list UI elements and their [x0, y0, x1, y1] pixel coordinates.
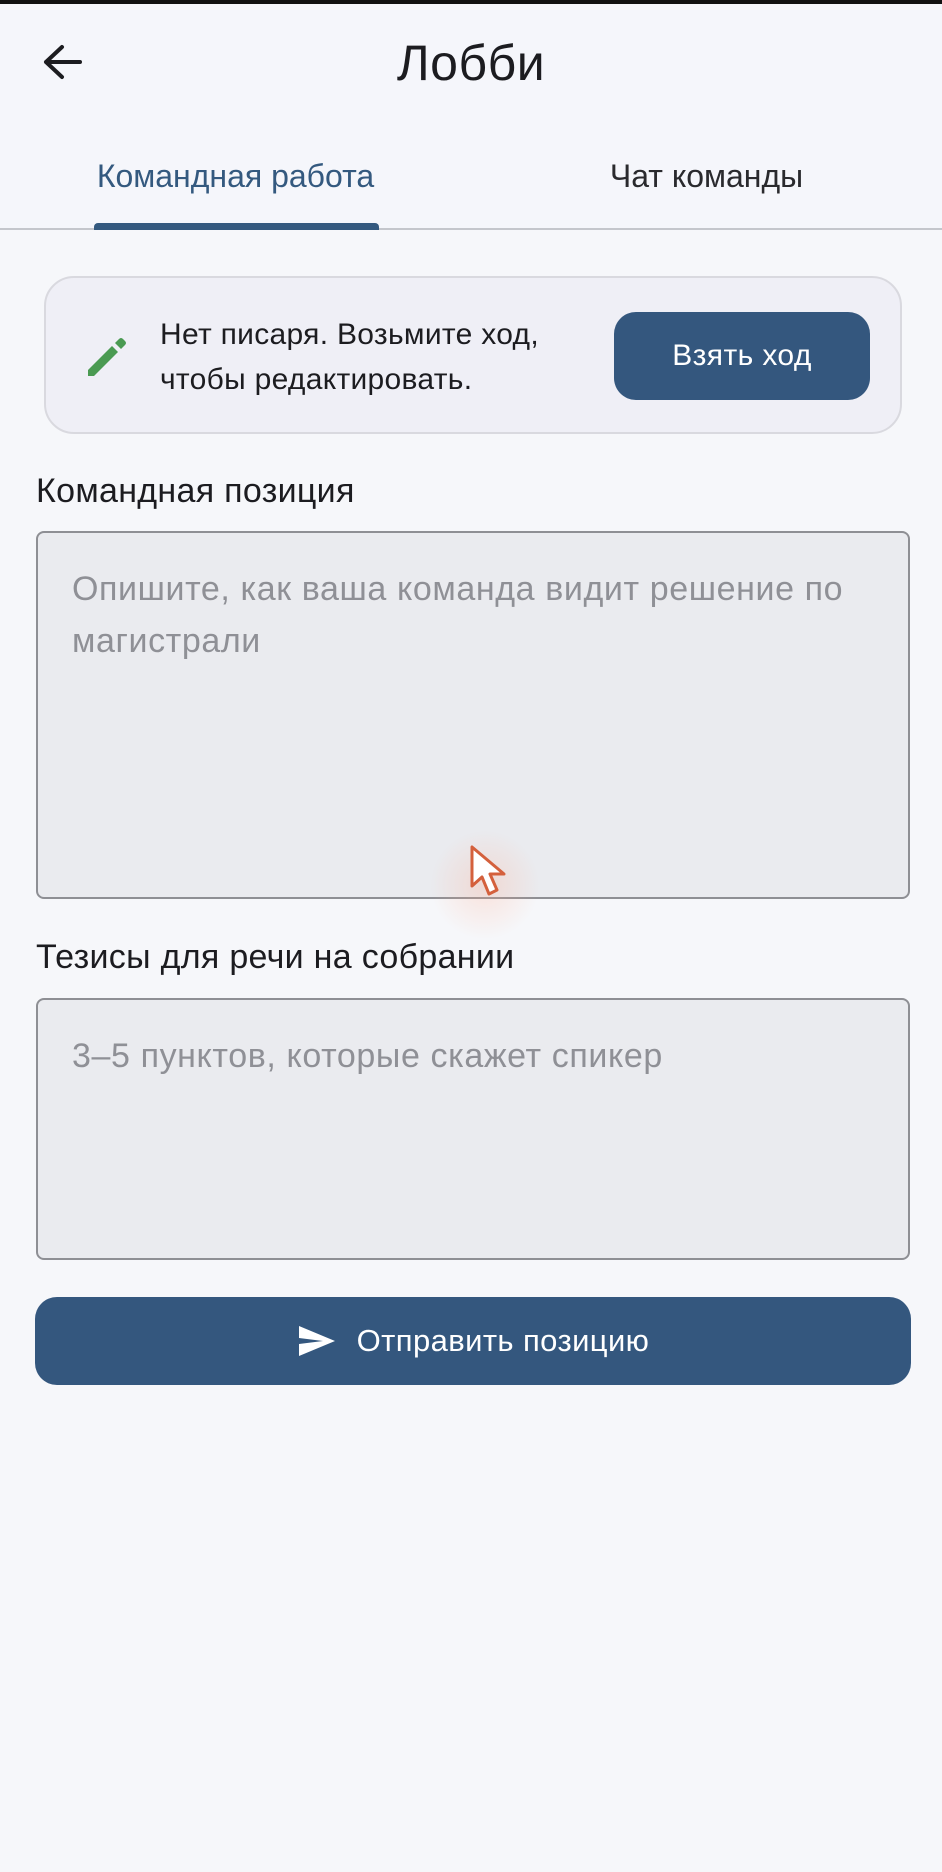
tab-team-chat-label: Чат команды — [609, 157, 804, 194]
app-bar: Лобби — [0, 4, 942, 122]
tab-team-chat[interactable]: Чат команды — [471, 122, 942, 230]
send-icon — [298, 1326, 335, 1356]
scribe-notice-line-1: Нет писаря. Возьмите ход, — [160, 318, 539, 351]
mouse-pointer-icon — [470, 845, 506, 896]
scribe-notice-text: Нет писаря. Возьмите ход, чтобы редактир… — [160, 312, 600, 402]
page-title: Лобби — [396, 35, 546, 91]
speech-theses-textarea[interactable]: 3–5 пунктов, которые скажет спикер — [36, 998, 910, 1260]
tab-team-work-label: Командная работа — [96, 157, 375, 194]
submit-position-button[interactable]: Отправить позицию — [35, 1297, 911, 1385]
tab-team-work[interactable]: Командная работа — [0, 122, 471, 230]
pencil-icon — [88, 338, 126, 376]
scribe-notice-card: Нет писаря. Возьмите ход, чтобы редактир… — [44, 276, 902, 434]
submit-position-label: Отправить позицию — [356, 1323, 650, 1358]
take-turn-button[interactable]: Взять ход — [614, 312, 870, 400]
tab-indicator — [94, 223, 379, 230]
tab-bar: Командная работа Чат команды — [0, 122, 942, 230]
team-position-label: Командная позиция — [36, 472, 355, 510]
scribe-notice-line-2: чтобы редактировать. — [160, 363, 473, 396]
speech-theses-label: Тезисы для речи на собрании — [36, 938, 515, 976]
